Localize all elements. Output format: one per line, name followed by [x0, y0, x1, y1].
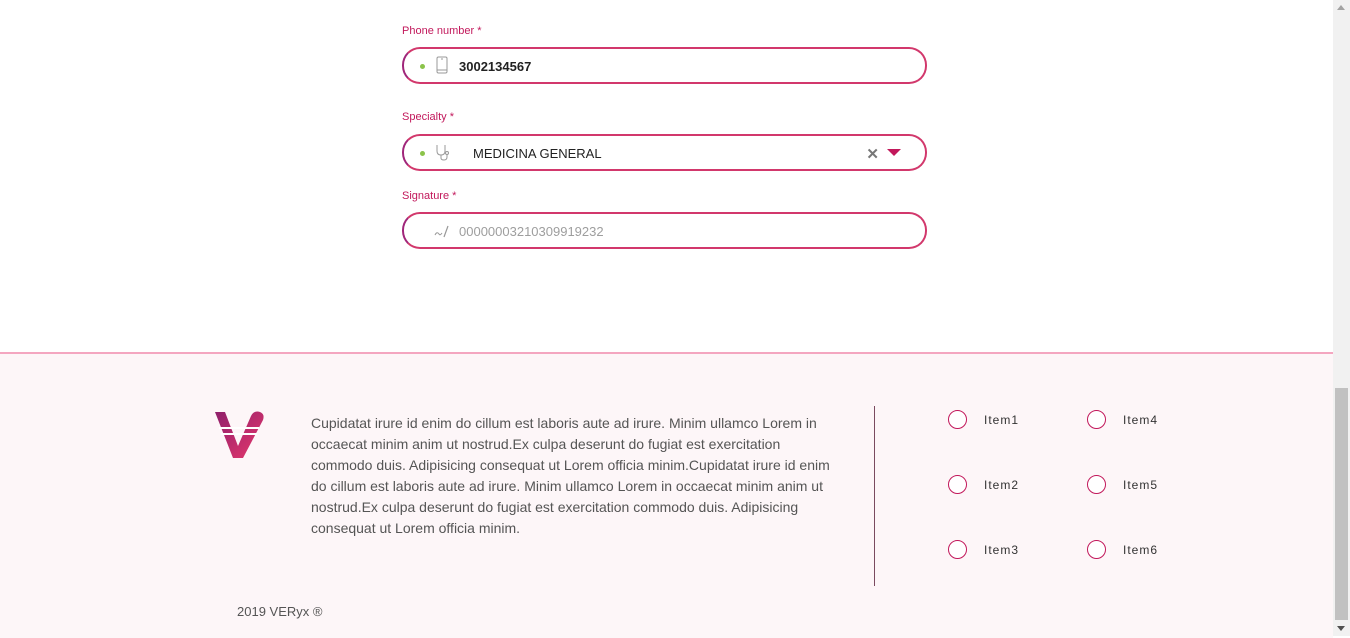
- valid-indicator: [420, 151, 425, 156]
- scroll-down-icon[interactable]: [1337, 626, 1345, 631]
- copyright: 2019 VERyx ®: [237, 604, 323, 619]
- signature-value[interactable]: 00000003210309919232: [459, 224, 604, 239]
- phone-label: Phone number *: [402, 25, 482, 37]
- footer-item-label[interactable]: Item3: [984, 543, 1019, 557]
- signature-field[interactable]: 00000003210309919232: [402, 212, 927, 249]
- scroll-thumb[interactable]: [1335, 388, 1348, 620]
- radio-icon[interactable]: [1087, 540, 1106, 559]
- radio-icon[interactable]: [948, 475, 967, 494]
- radio-icon[interactable]: [948, 540, 967, 559]
- footer-item-label[interactable]: Item1: [984, 413, 1019, 427]
- specialty-label: Specialty *: [402, 111, 454, 123]
- specialty-value: MEDICINA GENERAL: [473, 146, 602, 161]
- footer-item-label[interactable]: Item4: [1123, 413, 1158, 427]
- footer-item-label[interactable]: Item6: [1123, 543, 1158, 557]
- footer-about-text: Cupidatat irure id enim do cillum est la…: [311, 415, 830, 536]
- footer-item-label[interactable]: Item2: [984, 478, 1019, 492]
- stethoscope-icon: [436, 145, 449, 161]
- clear-icon[interactable]: ✕: [866, 145, 879, 163]
- footer-item-label[interactable]: Item5: [1123, 478, 1158, 492]
- radio-icon[interactable]: [948, 410, 967, 429]
- footer-divider: [874, 406, 875, 586]
- page: Phone number * 3002134567 Specialty * ME…: [0, 0, 1333, 638]
- mobile-phone-icon: [436, 56, 448, 74]
- specialty-select[interactable]: MEDICINA GENERAL ✕: [402, 134, 927, 171]
- signature-icon: [434, 225, 449, 238]
- phone-value[interactable]: 3002134567: [459, 59, 531, 74]
- radio-icon[interactable]: [1087, 475, 1106, 494]
- footer: Cupidatat irure id enim do cillum est la…: [0, 352, 1333, 638]
- dropdown-arrow-icon[interactable]: [887, 149, 901, 156]
- vertical-scrollbar[interactable]: [1333, 0, 1350, 636]
- phone-field[interactable]: 3002134567: [402, 47, 927, 84]
- veryx-logo: [215, 411, 264, 458]
- signature-label: Signature *: [402, 190, 457, 202]
- scroll-up-icon[interactable]: [1337, 5, 1345, 10]
- valid-indicator: [420, 64, 425, 69]
- radio-icon[interactable]: [1087, 410, 1106, 429]
